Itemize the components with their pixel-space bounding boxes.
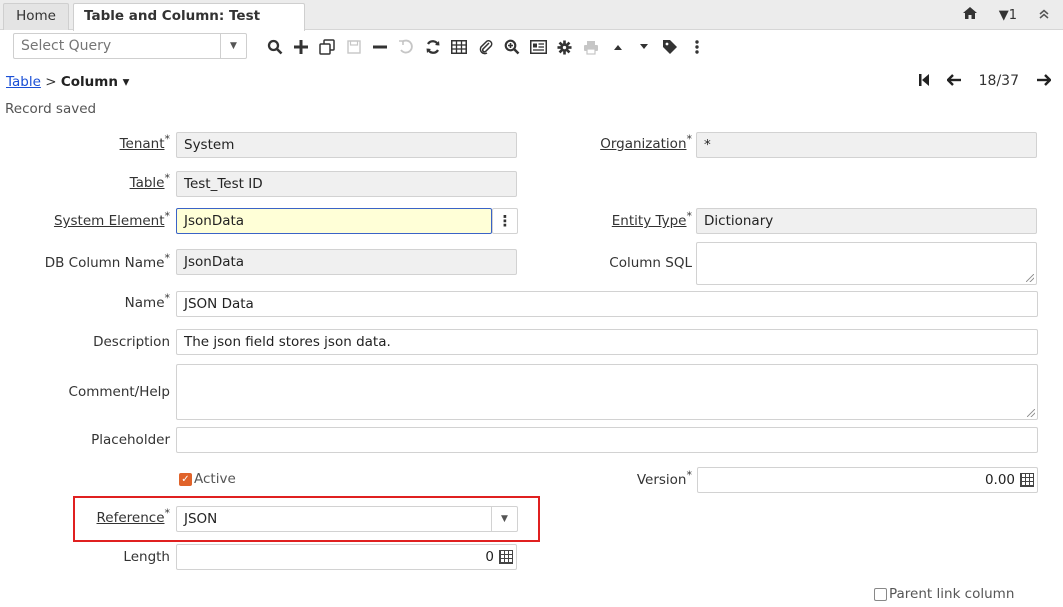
breadcrumb-table-link[interactable]: Table xyxy=(6,74,41,90)
db-column-name-field[interactable]: JsonData xyxy=(176,249,517,275)
toolbar-buttons xyxy=(262,30,711,64)
new-record-icon[interactable] xyxy=(288,34,313,60)
name-label: Name* xyxy=(124,291,170,312)
copy-record-icon[interactable] xyxy=(315,34,340,60)
print-icon[interactable] xyxy=(579,34,604,60)
checkbox-box[interactable] xyxy=(874,587,887,601)
select-query-input[interactable] xyxy=(14,34,214,58)
table-label: Table* xyxy=(129,171,170,192)
gear-icon[interactable] xyxy=(552,34,577,60)
tab-home-label: Home xyxy=(16,8,56,24)
breadcrumb-current[interactable]: Column ▾ xyxy=(61,74,130,90)
system-element-more-icon[interactable]: ⋮ xyxy=(492,208,518,234)
next-record-icon[interactable] xyxy=(1037,72,1052,90)
column-sql-textarea[interactable] xyxy=(696,242,1037,285)
description-input[interactable]: The json field stores json data. xyxy=(176,329,1038,355)
checkmark-icon[interactable]: ✓ xyxy=(179,472,192,486)
description-label: Description xyxy=(93,334,170,350)
name-input[interactable]: JSON Data xyxy=(176,291,1038,317)
active-checkbox[interactable]: ✓ Active xyxy=(179,471,236,487)
calculator-icon[interactable] xyxy=(1020,473,1034,487)
reference-label: Reference* xyxy=(96,506,170,527)
attachment-icon[interactable] xyxy=(473,34,498,60)
detail-record-icon[interactable] xyxy=(631,34,656,60)
previous-record-icon[interactable] xyxy=(945,72,961,90)
tag-icon[interactable] xyxy=(658,34,683,60)
collapse-icon[interactable] xyxy=(1039,8,1049,23)
tenant-field[interactable]: System xyxy=(176,132,517,158)
organization-field[interactable]: * xyxy=(696,132,1037,158)
tab-bar: Home Table and Column: Test ID✖ ▼1 xyxy=(0,0,1063,49)
resize-grip-icon[interactable] xyxy=(1027,409,1035,417)
table-field[interactable]: Test_Test ID xyxy=(176,171,517,197)
resize-grip-icon[interactable] xyxy=(1026,274,1034,282)
reference-select[interactable]: JSON ▼ xyxy=(176,506,518,532)
first-record-icon[interactable] xyxy=(918,72,929,90)
placeholder-label: Placeholder xyxy=(91,432,170,448)
status-message: Record saved xyxy=(5,101,97,117)
version-input[interactable]: 0.00 xyxy=(697,467,1038,493)
entity-type-field[interactable]: Dictionary xyxy=(696,208,1037,234)
breadcrumb: Table > Column ▾ xyxy=(6,74,129,90)
record-position: 18/37 xyxy=(978,73,1019,89)
column-sql-label: Column SQL xyxy=(609,255,692,271)
save-icon[interactable] xyxy=(341,34,366,60)
more-menu-icon[interactable] xyxy=(684,34,709,60)
length-label: Length xyxy=(123,549,170,565)
parent-link-column-label: Parent link column xyxy=(889,586,1015,602)
chevron-down-icon[interactable]: ▼ xyxy=(220,34,246,58)
report-icon[interactable] xyxy=(526,34,551,60)
length-input[interactable]: 0 xyxy=(176,544,517,570)
breadcrumb-separator: > xyxy=(45,74,57,90)
open-windows-counter[interactable]: ▼1 xyxy=(999,8,1017,23)
active-label: Active xyxy=(194,471,236,487)
version-label: Version* xyxy=(636,468,692,489)
placeholder-input[interactable] xyxy=(176,427,1038,453)
grid-toggle-icon[interactable] xyxy=(447,34,472,60)
tab-home[interactable]: Home xyxy=(3,3,69,30)
select-query-combobox[interactable]: ▼ xyxy=(13,33,247,59)
tenant-label: Tenant* xyxy=(119,132,170,153)
parent-record-icon[interactable] xyxy=(605,34,630,60)
entity-type-label: Entity Type* xyxy=(611,209,692,230)
delete-record-icon[interactable] xyxy=(368,34,393,60)
undo-icon[interactable] xyxy=(394,34,419,60)
zoom-across-icon[interactable] xyxy=(500,34,525,60)
toolbar: ▼ xyxy=(0,30,1063,64)
home-icon[interactable] xyxy=(962,7,977,23)
system-element-input[interactable]: JsonData xyxy=(176,208,492,234)
breadcrumb-bar: Table > Column ▾ 18/37 xyxy=(0,72,1063,96)
system-element-label: System Element* xyxy=(53,209,170,230)
comment-help-label: Comment/Help xyxy=(68,384,170,400)
calculator-icon[interactable] xyxy=(499,550,513,564)
record-navigation: 18/37 xyxy=(918,72,1052,90)
comment-help-textarea[interactable] xyxy=(176,364,1038,420)
top-right-controls: ▼1 xyxy=(962,0,1049,30)
refresh-icon[interactable] xyxy=(420,34,445,60)
tab-table-and-column[interactable]: Table and Column: Test ID✖ xyxy=(73,3,305,49)
chevron-down-icon[interactable]: ▼ xyxy=(491,507,517,531)
organization-label: Organization* xyxy=(600,132,692,153)
parent-link-column-checkbox[interactable]: Parent link column xyxy=(874,586,1014,602)
search-icon[interactable] xyxy=(262,34,287,60)
db-column-name-label: DB Column Name* xyxy=(44,251,170,272)
